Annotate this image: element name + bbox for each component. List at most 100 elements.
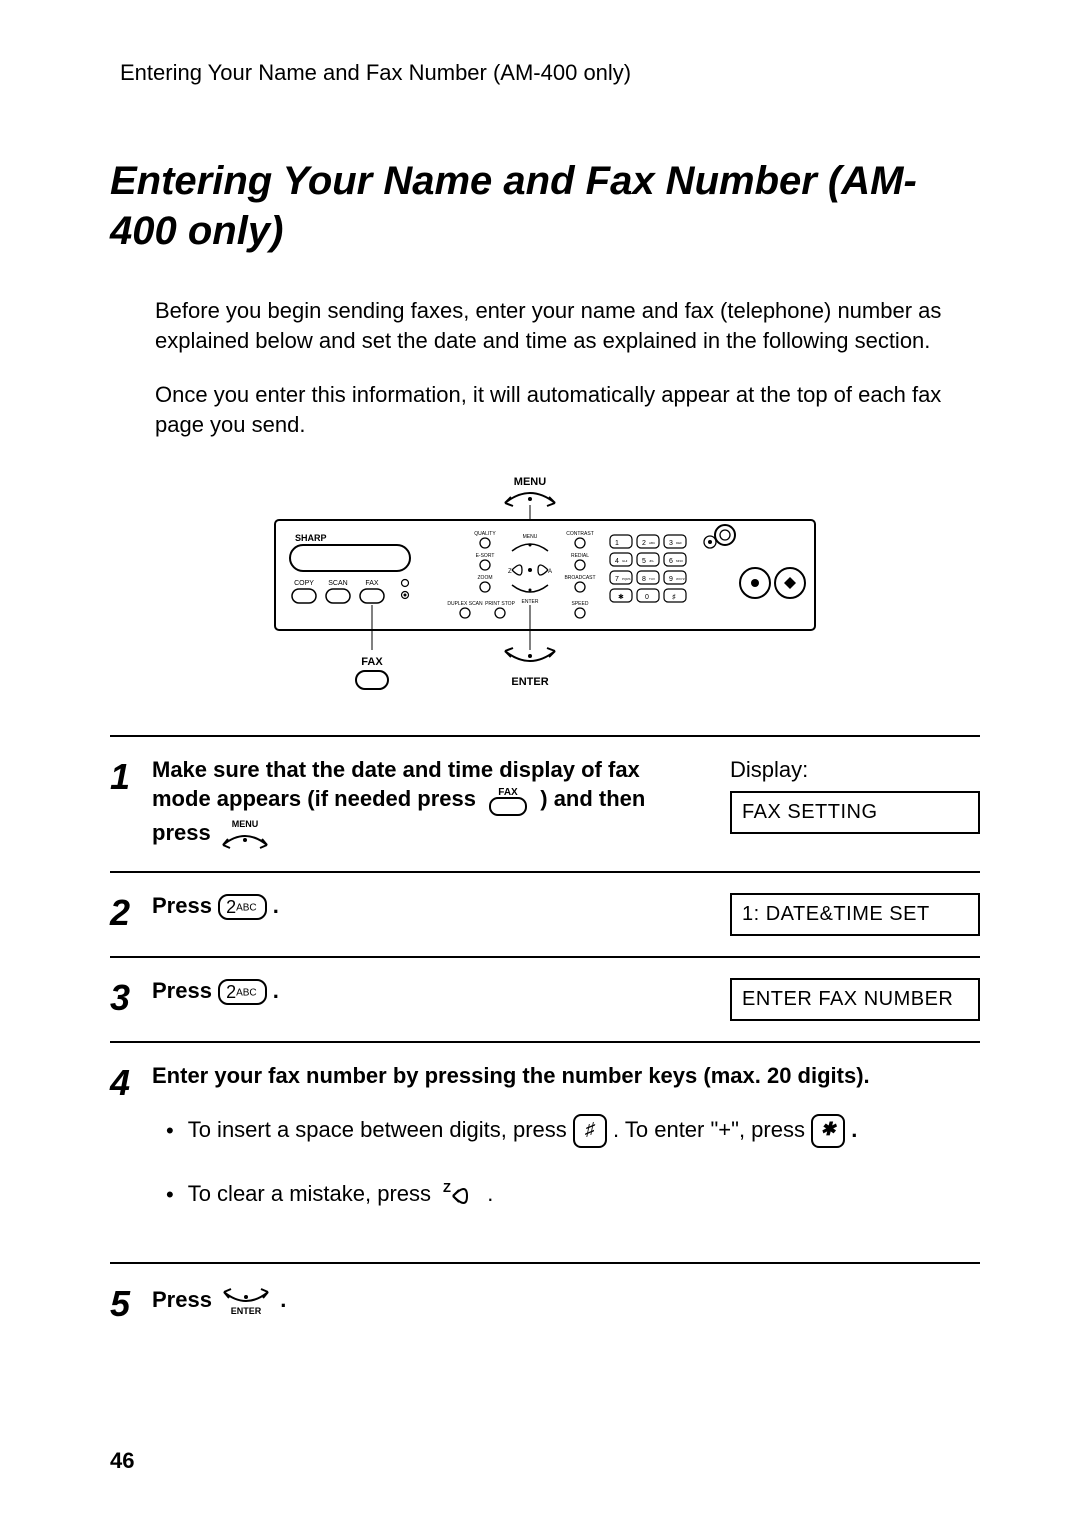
svg-text:A: A	[548, 569, 552, 575]
svg-text:Z: Z	[443, 1180, 451, 1195]
svg-text:MNO: MNO	[676, 559, 684, 563]
menu-rocker-icon: MENU	[217, 817, 273, 851]
step-1-text: Make sure that the date and time display…	[152, 757, 700, 851]
step-4: 4 Enter your fax number by pressing the …	[110, 1041, 980, 1262]
callout-fax-label: FAX	[361, 656, 383, 668]
step-number: 3	[110, 978, 152, 1021]
svg-text:7: 7	[615, 576, 619, 583]
svg-text:REDIAL: REDIAL	[571, 553, 589, 559]
svg-text:5: 5	[642, 558, 646, 565]
period: .	[273, 978, 279, 1003]
period: .	[280, 1287, 286, 1312]
bullet-1-text-b: . To enter "+", press	[613, 1117, 805, 1142]
display-value: 1: DATE&TIME SET	[730, 893, 980, 936]
svg-text:PRINT STOP: PRINT STOP	[485, 601, 515, 607]
brand-label: SHARP	[295, 533, 327, 543]
svg-text:ENTER: ENTER	[231, 1306, 262, 1316]
display-value: FAX SETTING	[730, 791, 980, 834]
step-number: 2	[110, 893, 152, 936]
step-2-text: Press 2ABC .	[152, 893, 700, 936]
svg-text:JKL: JKL	[649, 559, 655, 563]
svg-text:9: 9	[669, 576, 673, 583]
press-label: Press	[152, 893, 212, 918]
svg-text:WXYZ: WXYZ	[676, 577, 685, 581]
page-number: 46	[110, 1448, 134, 1474]
running-header: Entering Your Name and Fax Number (AM-40…	[120, 60, 980, 86]
z-left-arrow-icon: Z	[437, 1178, 481, 1212]
page-title: Entering Your Name and Fax Number (AM-40…	[110, 156, 980, 256]
manual-page: Entering Your Name and Fax Number (AM-40…	[0, 0, 1080, 1529]
svg-text:MENU: MENU	[232, 819, 259, 829]
svg-text:E-SORT: E-SORT	[476, 553, 495, 559]
step-1: 1 Make sure that the date and time displ…	[110, 735, 980, 871]
callout-enter-label: ENTER	[511, 676, 548, 688]
press-label: Press	[152, 1287, 212, 1312]
lcd-display	[290, 545, 410, 571]
svg-text:✱: ✱	[618, 593, 624, 601]
key-2abc-icon: 2ABC	[218, 894, 267, 920]
bullet-2-text-a: To clear a mistake, press	[188, 1181, 431, 1206]
svg-text:Z: Z	[508, 569, 512, 575]
bullet-2-period: .	[487, 1181, 493, 1206]
callout-menu-label: MENU	[514, 476, 546, 488]
svg-text:BROADCAST: BROADCAST	[564, 575, 595, 581]
svg-text:ZOOM: ZOOM	[478, 575, 493, 581]
svg-text:1: 1	[615, 540, 619, 547]
svg-text:FAX: FAX	[498, 787, 518, 798]
callout-fax-button	[356, 671, 388, 689]
intro-paragraph-1: Before you begin sending faxes, enter yo…	[155, 296, 980, 355]
bullet-1-period: .	[851, 1117, 857, 1142]
svg-text:2: 2	[642, 540, 646, 547]
svg-text:8: 8	[642, 576, 646, 583]
step-4-heading: Enter your fax number by pressing the nu…	[152, 1063, 980, 1089]
bullet-icon: •	[166, 1184, 174, 1206]
display-label: Display:	[730, 757, 980, 783]
svg-text:QUALITY: QUALITY	[474, 531, 496, 537]
key-2abc-icon: 2ABC	[218, 979, 267, 1005]
step-3-display: ENTER FAX NUMBER	[730, 978, 980, 1021]
step-4-bullet-2: • To clear a mistake, press Z	[166, 1178, 980, 1212]
star-key-icon: ✱	[811, 1114, 845, 1148]
mode-scan-button	[326, 589, 350, 603]
svg-text:DUPLEX SCAN: DUPLEX SCAN	[447, 601, 483, 607]
callout-menu-rocker	[505, 493, 555, 506]
svg-text:6: 6	[669, 558, 673, 565]
press-label: Press	[152, 978, 212, 1003]
intro-paragraph-2: Once you enter this information, it will…	[155, 380, 980, 439]
step-3-text: Press 2ABC .	[152, 978, 700, 1021]
hash-key-icon: ♯	[573, 1114, 607, 1148]
mode-copy-button	[292, 589, 316, 603]
enter-rocker-icon: ENTER	[218, 1284, 274, 1318]
fax-button-icon: FAX	[482, 783, 534, 817]
bullet-icon: •	[166, 1120, 174, 1142]
svg-text:4: 4	[615, 558, 619, 565]
step-3: 3 Press 2ABC . ENTER FAX NUMBER	[110, 956, 980, 1041]
svg-text:CONTRAST: CONTRAST	[566, 531, 594, 537]
step-1-display: Display: FAX SETTING	[730, 757, 980, 851]
mode-scan-label: SCAN	[328, 580, 347, 587]
step-number: 1	[110, 757, 152, 851]
step-2-display: 1: DATE&TIME SET	[730, 893, 980, 936]
svg-text:ENTER: ENTER	[522, 599, 539, 605]
step-5: 5 Press ENTER .	[110, 1262, 980, 1342]
period: .	[273, 893, 279, 918]
control-panel-diagram: MENU SHARP COPY SCAN FAX QUALITY E-SORT	[260, 465, 830, 705]
step-number: 4	[110, 1063, 152, 1242]
menu-rocker-cluster: MENU Z A ENTER	[508, 534, 552, 605]
svg-text:TUV: TUV	[649, 577, 655, 581]
svg-text:3: 3	[669, 540, 673, 547]
stop-button	[715, 525, 735, 545]
step-4-bullet-1: • To insert a space between digits, pres…	[166, 1114, 980, 1148]
display-value: ENTER FAX NUMBER	[730, 978, 980, 1021]
step-number: 5	[110, 1284, 152, 1322]
svg-text:MENU: MENU	[523, 534, 538, 540]
keypad: 1 2ABC 3DEF 4GHI 5JKL 6MNO 7PQRS 8TUV 9W…	[610, 535, 686, 602]
bullet-1-text-a: To insert a space between digits, press	[188, 1117, 567, 1142]
step-4-text: Enter your fax number by pressing the nu…	[152, 1063, 980, 1242]
svg-text:DEF: DEF	[676, 541, 682, 545]
mode-fax-button	[360, 589, 384, 603]
svg-text:PQRS: PQRS	[622, 577, 631, 581]
svg-text:SPEED: SPEED	[572, 601, 589, 607]
step-5-text: Press ENTER .	[152, 1284, 980, 1322]
svg-text:GHI: GHI	[622, 559, 628, 563]
